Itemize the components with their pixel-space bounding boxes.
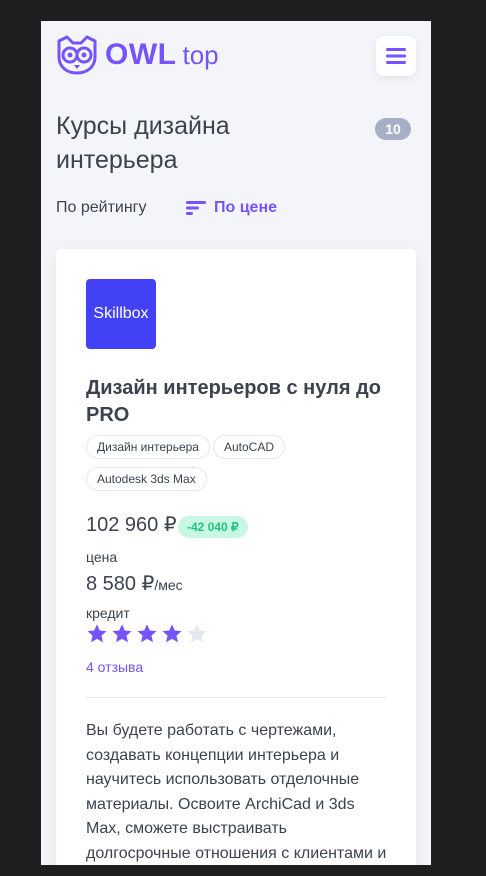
course-description: Вы будете работать с чертежами, создават… bbox=[86, 722, 387, 862]
price-label: цена bbox=[86, 549, 118, 565]
star-icon bbox=[112, 624, 132, 643]
rating-stars bbox=[86, 623, 211, 645]
star-icon bbox=[187, 624, 207, 643]
count-badge: 10 bbox=[375, 118, 411, 140]
credit-price: 8 580 ₽/мес bbox=[86, 571, 183, 596]
page-title: Курсы дизайна интерьера bbox=[56, 112, 230, 174]
page: OWL top Курсы дизайна интерьера 10 По ре… bbox=[41, 21, 431, 865]
course-card: Skillbox Дизайн интерьеров с нуля до PRO… bbox=[56, 249, 416, 865]
reviews-link[interactable]: 4 отзыва bbox=[86, 659, 143, 675]
brand-logo[interactable]: Skillbox bbox=[86, 279, 156, 349]
header: OWL top bbox=[41, 21, 431, 91]
star-icon bbox=[137, 624, 157, 643]
discount-badge: -42 040 ₽ bbox=[178, 516, 248, 538]
hamburger-icon bbox=[386, 48, 406, 64]
credit-label: кредит bbox=[86, 605, 130, 621]
owl-logo-icon bbox=[57, 35, 97, 75]
logo-subtext: top bbox=[182, 39, 219, 70]
star-icon bbox=[162, 624, 182, 643]
credit-unit: /мес bbox=[154, 577, 183, 593]
course-price: 102 960 ₽ bbox=[86, 514, 177, 536]
tag[interactable]: AutoCAD bbox=[212, 435, 286, 459]
sort-by-rating[interactable]: По рейтингу bbox=[56, 199, 147, 217]
menu-button[interactable] bbox=[376, 36, 416, 76]
tag[interactable]: Autodesk 3ds Max bbox=[86, 467, 207, 491]
course-title[interactable]: Дизайн интерьеров с нуля до PRO bbox=[86, 375, 396, 429]
logo[interactable]: OWL top bbox=[55, 35, 219, 75]
tag[interactable]: Дизайн интерьера bbox=[86, 435, 210, 459]
tag-list: Дизайн интерьера AutoCAD Autodesk 3ds Max bbox=[86, 435, 396, 499]
sort-by-price[interactable]: По цене bbox=[186, 199, 277, 217]
credit-amount: 8 580 ₽ bbox=[86, 573, 155, 595]
sort-by-price-label: По цене bbox=[214, 199, 278, 216]
star-icon bbox=[87, 624, 107, 643]
sort-icon bbox=[186, 201, 206, 215]
logo-text: OWL bbox=[105, 38, 177, 71]
divider bbox=[86, 697, 386, 698]
brand-name: Skillbox bbox=[93, 305, 149, 322]
